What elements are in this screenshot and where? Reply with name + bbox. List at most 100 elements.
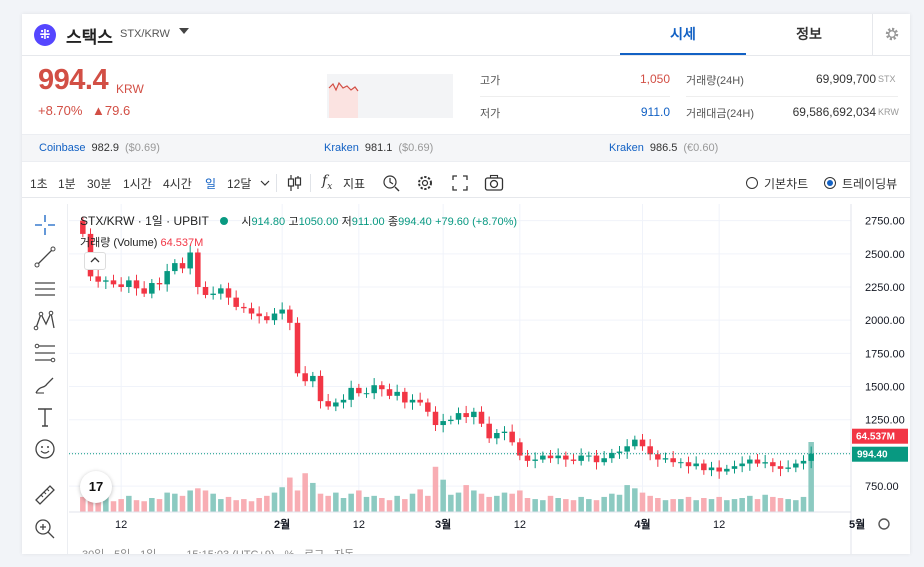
volume-bar [471, 490, 477, 512]
zoom-in-icon[interactable] [32, 516, 58, 542]
volume-legend-value: 64.537M [160, 237, 204, 249]
candle-body [432, 411, 439, 426]
exchange-usd: ($0.69) [398, 142, 434, 154]
current-price: 994.4 [38, 64, 109, 96]
candle-body [233, 297, 239, 307]
candle-body [670, 458, 676, 463]
candle-body [777, 466, 784, 469]
amount-unit: KRW [878, 107, 899, 117]
candle-body [379, 385, 385, 390]
candle-body [118, 284, 124, 287]
fib-retracement-icon[interactable] [32, 340, 58, 366]
basic-chart-radio[interactable] [746, 177, 758, 189]
horizontal-lines-icon[interactable] [32, 276, 58, 302]
volume-bar [662, 500, 669, 512]
interval-12mo[interactable]: 12달 [227, 175, 251, 192]
volume-bar [739, 498, 745, 512]
candle-style-icon[interactable] [286, 174, 302, 192]
exchange-item[interactable]: Coinbase 982.9 ($0.69) [39, 142, 160, 154]
candle-body [317, 375, 324, 402]
text-icon[interactable] [32, 404, 58, 430]
fx-icon[interactable]: fx [322, 173, 332, 192]
tradingview-logo[interactable]: 17 [80, 471, 112, 503]
candle-body [417, 399, 423, 403]
change-amount: ▲79.6 [92, 103, 131, 118]
volume-bar [287, 477, 293, 512]
volume-bar [172, 493, 178, 512]
time-range-bar[interactable]: 30일 · 5일 · 1일 · · · · 15:15:03 (UTC+9) ·… [82, 546, 354, 554]
tab-market-price[interactable]: 시세 [620, 14, 746, 55]
stats-divider [686, 96, 898, 97]
chevron-down-icon[interactable] [178, 26, 190, 36]
legend-low-label: 저 [341, 216, 352, 228]
exchange-price: 981.1 [364, 142, 393, 154]
interval-1m[interactable]: 1분 [58, 175, 76, 192]
candle-body [363, 393, 370, 395]
interval-4h[interactable]: 4시간 [163, 175, 192, 192]
chevron-down-icon[interactable] [260, 178, 270, 188]
candle-body [578, 455, 584, 461]
chart-legend: STX/KRW · 1일 · UPBIT 시914.80 고1050.00 저9… [80, 212, 517, 229]
candle-body [218, 288, 224, 294]
interval-1s[interactable]: 1초 [30, 175, 48, 192]
candle-body [463, 413, 469, 418]
fullscreen-icon[interactable] [452, 175, 468, 191]
settings-button[interactable] [872, 14, 910, 55]
volume-bar [793, 500, 799, 512]
candle-body [770, 462, 776, 467]
tradingview-radio[interactable] [824, 177, 836, 189]
high-label: 고가 [480, 75, 501, 87]
volume-bar [494, 495, 500, 512]
candle-body [524, 455, 531, 461]
candle-body [601, 458, 607, 463]
volume-bar [586, 499, 592, 512]
interval-30m[interactable]: 30분 [87, 175, 111, 192]
candle-body [179, 263, 186, 269]
candle-body [371, 385, 377, 394]
price-tick-label: 2250.00 [865, 282, 905, 294]
pattern-icon[interactable] [32, 308, 58, 334]
interval-1d[interactable]: 일 [205, 175, 216, 192]
basic-chart-label[interactable]: 기본차트 [764, 175, 808, 192]
candle-body [708, 467, 715, 471]
candle-body [225, 288, 232, 298]
candle-body [279, 309, 285, 314]
candle-body [195, 252, 201, 287]
price-tick-label: 750.00 [865, 481, 899, 493]
volume-bar [448, 494, 454, 512]
exchange-item[interactable]: Kraken 981.1 ($0.69) [324, 142, 433, 154]
emoji-icon[interactable] [32, 436, 58, 462]
candle-body [333, 402, 339, 407]
volume-bar [724, 500, 730, 512]
candle-body [563, 455, 569, 460]
price-axis[interactable]: 750.001000.001250.001500.001750.002000.0… [850, 204, 910, 554]
indicators-button[interactable]: 지표 [343, 175, 365, 192]
interval-1h[interactable]: 1시간 [123, 175, 152, 192]
volume-bar [785, 499, 791, 512]
mini-price-chart [327, 74, 453, 118]
time-axis[interactable]: 12 2월 12 3월 12 4월 12 5월 [69, 511, 890, 531]
legend-close-label: 종 [387, 216, 399, 228]
tradingview-label[interactable]: 트레이딩뷰 [842, 175, 897, 192]
stats-divider [480, 96, 670, 97]
candle-body [149, 283, 155, 294]
candle-body [647, 446, 653, 455]
brush-icon[interactable] [32, 372, 58, 398]
legend-high: 1050.00 [298, 216, 339, 228]
coin-name[interactable]: 스택스 [66, 23, 113, 48]
exchange-item[interactable]: Kraken 986.5 (€0.60) [609, 142, 718, 154]
settings-icon[interactable] [416, 174, 434, 192]
amount-value: 69,586,692,034 [792, 105, 876, 119]
collapse-legend-button[interactable] [84, 252, 106, 270]
price-chart[interactable]: 750.001000.001250.001500.001750.002000.0… [69, 204, 910, 554]
crosshair-icon[interactable] [32, 212, 58, 238]
alert-icon[interactable] [382, 174, 400, 192]
candle-body [394, 391, 400, 396]
trendline-icon[interactable] [32, 244, 58, 270]
camera-icon[interactable] [484, 174, 504, 192]
volume-legend: 거래량 (Volume) 64.537M [80, 234, 203, 250]
mini-chart-line [328, 81, 359, 118]
tab-info[interactable]: 정보 [746, 14, 872, 55]
coin-header: ⁜ 스택스 STX/KRW 시세 정보 [22, 14, 910, 56]
ruler-icon[interactable] [32, 482, 58, 508]
